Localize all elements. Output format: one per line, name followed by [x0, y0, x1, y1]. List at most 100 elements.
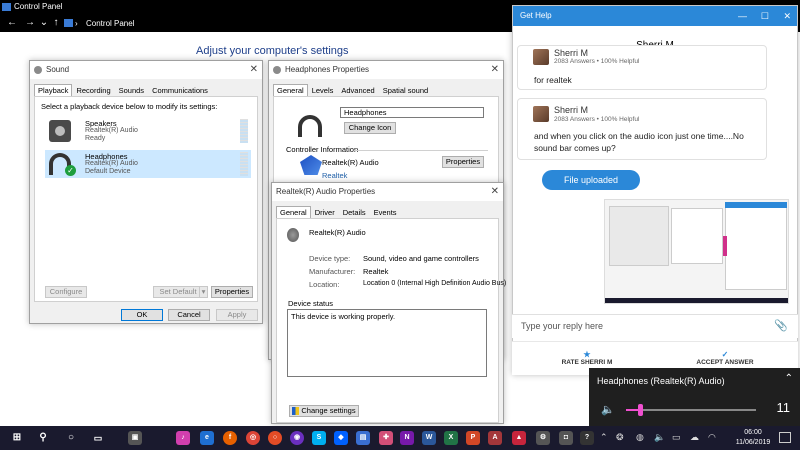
- close-icon[interactable]: ✕: [491, 183, 499, 201]
- headphones-properties-titlebar: Headphones Properties ✕: [269, 61, 503, 79]
- wifi-icon[interactable]: ◠: [708, 432, 716, 443]
- instruction-text: Select a playback device below to modify…: [41, 102, 218, 111]
- search-icon[interactable]: ⚲: [36, 431, 50, 445]
- skype-icon[interactable]: S: [312, 431, 326, 445]
- firefox-icon[interactable]: f: [223, 431, 237, 445]
- chevron-up-icon[interactable]: ⌃: [600, 432, 608, 443]
- clock-date: 11/06/2019: [735, 439, 771, 446]
- notifications-icon[interactable]: [779, 432, 791, 443]
- uploaded-screenshot-thumbnail[interactable]: [604, 199, 789, 304]
- device-headphones[interactable]: ✓ Headphones Realtek(R) Audio Default De…: [45, 150, 251, 178]
- word-icon[interactable]: W: [422, 431, 436, 445]
- dialog-title: Headphones Properties: [285, 65, 370, 74]
- audio-device-icon: [287, 228, 299, 242]
- set-default-button[interactable]: Set Default: [153, 286, 203, 298]
- maximize-icon[interactable]: ☐: [761, 6, 769, 26]
- accept-answer-button[interactable]: ✓ ACCEPT ANSWER: [690, 350, 760, 366]
- speaker-volume-icon[interactable]: 🔈: [601, 403, 615, 416]
- dialog-title: Realtek(R) Audio Properties: [276, 187, 376, 196]
- minimize-icon[interactable]: —: [738, 6, 747, 26]
- dropbox-icon[interactable]: ◆: [334, 431, 348, 445]
- forward-arrow-icon[interactable]: →: [24, 16, 36, 30]
- excel-icon[interactable]: X: [444, 431, 458, 445]
- app-icon[interactable]: ▤: [356, 431, 370, 445]
- file-uploaded-bubble: File uploaded: [542, 170, 640, 190]
- close-icon[interactable]: ✕: [783, 6, 791, 26]
- tray-app-icon[interactable]: ❂: [616, 432, 624, 443]
- device-name-field[interactable]: Headphones: [340, 107, 484, 118]
- device-status: Ready: [85, 135, 106, 142]
- app-icon[interactable]: ◘: [559, 431, 573, 445]
- back-arrow-icon[interactable]: ←: [6, 16, 18, 30]
- controller-name: Realtek(R) Audio: [322, 158, 379, 167]
- volume-slider[interactable]: [626, 404, 756, 416]
- chevron-down-icon[interactable]: ▾: [199, 286, 208, 298]
- avatar: [533, 106, 549, 122]
- tor-icon[interactable]: ◉: [290, 431, 304, 445]
- thumbnail-chat-header: [725, 202, 787, 208]
- speaker-icon: [49, 120, 71, 142]
- location-label: Location:: [309, 280, 340, 289]
- sound-titlebar: Sound ✕: [30, 61, 262, 79]
- chrome-icon[interactable]: ◎: [246, 431, 260, 445]
- close-icon[interactable]: ✕: [491, 61, 499, 79]
- device-status-label: Device status: [288, 299, 334, 308]
- up-arrow-icon[interactable]: ↑: [50, 16, 62, 30]
- taskbar-clock[interactable]: 06:00 11/06/2019: [733, 428, 773, 448]
- change-icon-button[interactable]: Change Icon: [344, 122, 396, 134]
- message-bubble: Sherri M 2083 Answers • 100% Helpful for…: [517, 45, 767, 90]
- windows-start-icon[interactable]: ⊞: [10, 431, 24, 445]
- get-help-icon[interactable]: ?: [580, 431, 594, 445]
- controller-vendor-link[interactable]: Realtek: [322, 171, 347, 180]
- message-text: and when you click on the audio icon jus…: [534, 131, 744, 153]
- address-bar[interactable]: › Control Panel: [62, 17, 502, 30]
- settings-icon[interactable]: ⚙: [536, 431, 550, 445]
- control-panel-icon: [64, 19, 73, 27]
- message-author: Sherri M: [554, 105, 589, 115]
- paperclip-icon[interactable]: 📎: [774, 319, 788, 332]
- edge-icon[interactable]: e: [200, 431, 214, 445]
- device-status-box[interactable]: This device is working properly.: [287, 309, 487, 377]
- output-device-name: Headphones (Realtek(R) Audio): [597, 376, 725, 386]
- device-type-label: Device type:: [309, 254, 351, 263]
- battery-icon[interactable]: ▭: [672, 432, 681, 443]
- pdf-icon[interactable]: ▲: [512, 431, 526, 445]
- close-icon[interactable]: ✕: [250, 61, 258, 79]
- ok-button[interactable]: OK: [121, 309, 163, 321]
- message-bubble: Sherri M 2083 Answers • 100% Helpful and…: [517, 98, 767, 160]
- rate-label: RATE SHERRI M: [561, 359, 613, 366]
- apply-button[interactable]: Apply: [216, 309, 258, 321]
- manufacturer-value: Realtek: [363, 267, 389, 276]
- change-settings-button[interactable]: Change settings: [289, 405, 359, 417]
- app-ring-icon[interactable]: ○: [268, 431, 282, 445]
- clock-time: 06:00: [744, 429, 762, 436]
- properties-button[interactable]: Properties: [211, 286, 253, 298]
- wifi-network-icon[interactable]: ◍: [636, 432, 644, 443]
- chevron-up-icon[interactable]: ⌃: [785, 373, 793, 384]
- onenote-icon[interactable]: N: [400, 431, 414, 445]
- cortana-icon[interactable]: ○: [64, 431, 78, 445]
- device-speakers[interactable]: Speakers Realtek(R) Audio Ready: [45, 117, 251, 145]
- task-view-icon[interactable]: ▭: [91, 431, 105, 445]
- divider: [354, 150, 488, 151]
- avatar: [533, 49, 549, 65]
- tray-app-icon[interactable]: ☁: [690, 432, 699, 443]
- itunes-icon[interactable]: ♪: [176, 431, 190, 445]
- dialog-title: Sound: [46, 65, 70, 74]
- controller-properties-button[interactable]: Properties: [442, 156, 484, 168]
- configure-button[interactable]: Configure: [45, 286, 87, 298]
- speaker-icon: [34, 66, 42, 74]
- volume-slider-thumb[interactable]: [638, 404, 644, 416]
- powerpoint-icon[interactable]: P: [466, 431, 480, 445]
- volume-level: 11: [776, 400, 791, 415]
- access-icon[interactable]: A: [488, 431, 502, 445]
- realtek-icon: [300, 155, 322, 175]
- speaker-icon[interactable]: 🔈: [654, 432, 665, 443]
- rate-agent-button[interactable]: ★ RATE SHERRI M: [552, 350, 622, 366]
- app-icon[interactable]: ✚: [379, 431, 393, 445]
- reply-box[interactable]: Type your reply here 📎: [512, 314, 798, 338]
- store-icon[interactable]: ▣: [128, 431, 142, 445]
- recent-dropdown-icon[interactable]: ⌄: [38, 16, 50, 30]
- reply-placeholder: Type your reply here: [521, 321, 604, 331]
- cancel-button[interactable]: Cancel: [168, 309, 210, 321]
